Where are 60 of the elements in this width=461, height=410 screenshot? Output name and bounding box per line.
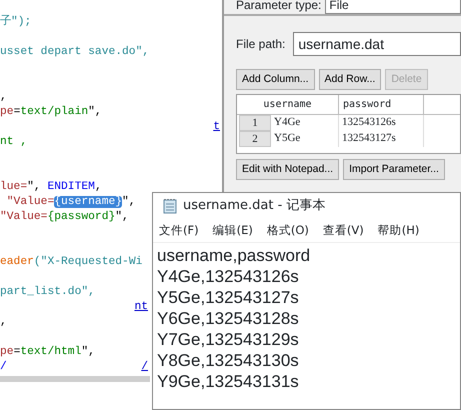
code-text: text/html — [20, 346, 82, 358]
code-text: text/plain — [20, 106, 88, 118]
column-header: username — [237, 95, 339, 114]
dialog-button[interactable]: Import Parameter... — [343, 159, 445, 180]
code-text: pe — [0, 346, 14, 358]
code-text: = — [14, 346, 20, 358]
row-number[interactable]: 2 — [239, 131, 271, 147]
code-text: pe — [0, 106, 14, 118]
table-cell: 132543127s — [339, 131, 424, 147]
column-header: password — [339, 95, 424, 114]
text-line: Y5Ge,132543127s — [157, 287, 300, 308]
code-text: ", — [115, 211, 129, 223]
row-number[interactable]: 1 — [239, 115, 271, 131]
code-text: , — [94, 181, 102, 193]
highlighted-code: {username} — [54, 196, 122, 208]
code-text: lue= — [0, 181, 28, 193]
code-text: "Value= — [6, 196, 54, 208]
code-text: nt , — [0, 136, 28, 148]
field-label: File path: — [236, 36, 286, 53]
notepad-icon — [163, 198, 177, 214]
code-text: ", — [81, 346, 95, 358]
code-text: ", — [88, 106, 102, 118]
path-field[interactable]: username.dat — [293, 32, 461, 56]
text-line: Y7Ge,132543129s — [157, 329, 300, 350]
text-line: Y4Ge,132543126s — [157, 266, 300, 287]
text-line: Y8Ge,132543130s — [157, 350, 300, 371]
code-text: eader — [0, 256, 34, 268]
text-line: username,password — [157, 245, 312, 266]
code-link[interactable]: t — [213, 120, 220, 135]
menu-item[interactable]: 格式(O) — [266, 222, 309, 240]
code-text: ", — [27, 181, 42, 193]
code-link[interactable]: nt — [134, 300, 148, 315]
code-link[interactable]: / — [141, 360, 148, 375]
text-line: Y9Ge,132543131s — [157, 371, 300, 392]
table-cell: Y4Ge — [271, 115, 339, 131]
text-line: Y6Ge,132543128s — [157, 308, 300, 329]
menu-item[interactable]: 帮助(H) — [378, 222, 420, 240]
window-title: username.dat - 记事本 — [183, 197, 326, 216]
code-text: / — [0, 361, 7, 373]
code-text: ENDITEM — [47, 181, 95, 193]
toolbar-button[interactable]: Add Column... — [236, 69, 315, 90]
code-text: part_list.do", — [0, 286, 95, 298]
type-field[interactable]: File — [325, 0, 461, 14]
code-text: usset depart save.do", — [0, 46, 150, 58]
toolbar-button[interactable]: Add Row... — [318, 69, 382, 90]
code-text: 子"); — [0, 16, 32, 28]
menu-item[interactable]: 编辑(E) — [212, 222, 253, 240]
code-text: "Value= — [0, 211, 48, 223]
code-text: = — [14, 106, 20, 118]
table-cell: 132543126s — [339, 115, 424, 131]
code-text: , — [0, 316, 7, 328]
code-text: , — [0, 91, 7, 103]
table-cell: Y5Ge — [271, 131, 339, 147]
code-text: ", — [122, 196, 136, 208]
menu-item[interactable]: 文件(F) — [159, 222, 199, 240]
code-text: {password} — [47, 211, 116, 223]
field-label: Parameter type: — [236, 0, 322, 14]
menu-item[interactable]: 查看(V) — [322, 222, 364, 240]
dialog-button[interactable]: Edit with Notepad... — [236, 159, 340, 180]
code-text: ("X-Requested-Wi — [34, 256, 142, 268]
